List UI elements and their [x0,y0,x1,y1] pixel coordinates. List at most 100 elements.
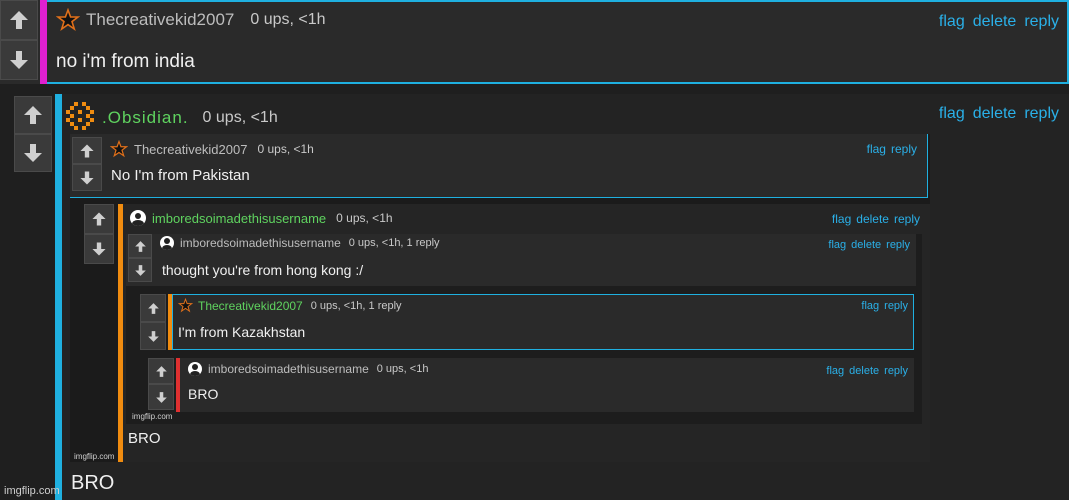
downvote-button[interactable] [72,164,102,191]
reply-link[interactable]: reply [884,365,908,377]
arrow-up-icon [147,302,159,314]
comment-actions: flag delete reply [832,212,920,226]
username-link[interactable]: Thecreativekid2007 [198,299,303,313]
reply-link[interactable]: reply [1024,13,1059,31]
username-link[interactable]: Thecreativekid2007 [86,10,234,30]
delete-link[interactable]: delete [856,212,889,226]
inner-screenshot: imboredsoimadethisusername 0 ups, <1h, 1… [126,234,922,424]
upvote-button[interactable] [140,294,166,322]
embedded-screenshot: Thecreativekid2007 0 ups, <1h flag reply… [70,134,930,462]
reply-link[interactable]: reply [886,239,910,251]
comment-meta: 0 ups, <1h [202,109,278,126]
username-link[interactable]: Thecreativekid2007 [134,142,247,157]
upvote-button[interactable] [72,137,102,164]
comment-body: BRO [128,430,161,447]
comment-meta: 0 ups, <1h [376,363,429,375]
username-link[interactable]: imboredsoimadethisusername [208,362,369,376]
delete-link[interactable]: delete [973,105,1017,123]
downvote-button[interactable] [148,384,174,410]
downvote-button[interactable] [14,134,52,172]
arrow-up-icon [92,212,106,226]
arrow-down-icon [10,51,28,69]
flag-link[interactable]: flag [828,239,846,251]
comment-actions: flag reply [867,142,917,156]
comment-body: no i'm from india [56,51,195,72]
star-icon[interactable] [178,298,193,313]
username-link[interactable]: imboredsoimadethisusername [180,236,341,250]
upvote-button[interactable] [148,358,174,384]
star-icon[interactable] [110,140,128,158]
flag-link[interactable]: flag [939,105,965,123]
avatar-icon[interactable] [188,362,202,376]
flag-link[interactable]: flag [939,13,965,31]
depth-bar-cyan [55,94,62,500]
comment-body: thought you're from hong kong :/ [162,262,364,278]
comment-actions: flag delete reply [939,105,1059,123]
reply-link[interactable]: reply [1024,105,1059,123]
comment-header: imboredsoimadethisusername 0 ups, <1h [130,210,393,226]
vote-column [72,137,102,191]
vote-column [140,294,166,350]
vote-column [148,358,174,410]
arrow-down-icon [24,144,42,162]
flag-link[interactable]: flag [861,300,879,312]
avatar-icon[interactable] [130,210,146,226]
flag-link[interactable]: flag [867,142,886,156]
reply-link[interactable]: reply [884,300,908,312]
arrow-up-icon [24,106,42,124]
upvote-button[interactable] [128,234,152,258]
reply-link[interactable]: reply [891,142,917,156]
upvote-button[interactable] [84,204,114,234]
comment-meta: 0 ups, <1h, 1 reply [348,237,440,249]
arrow-up-icon [10,11,28,29]
comment-header: .Obsidian. 0 ups, <1h [66,102,278,134]
comment-actions: flag delete reply [828,239,910,251]
upvote-button[interactable] [0,0,38,40]
arrow-down-icon [80,170,94,185]
arrow-down-icon [147,330,159,342]
downvote-button[interactable] [128,258,152,282]
comment-meta: 0 ups, <1h [257,142,314,156]
username-link[interactable]: imboredsoimadethisusername [152,211,326,226]
downvote-button[interactable] [84,234,114,264]
arrow-down-icon [134,264,146,276]
arrow-up-icon [80,143,94,158]
comment-obsidian: .Obsidian. 0 ups, <1h flag delete reply … [0,88,1069,500]
flag-link[interactable]: flag [826,365,844,377]
vote-column [14,96,52,172]
username-link[interactable]: .Obsidian. [102,108,189,128]
delete-link[interactable]: delete [973,13,1017,31]
comment-body: No I'm from Pakistan [111,167,250,184]
comment-meta: 0 ups, <1h, 1 reply [310,299,402,312]
depth-bar-magenta [40,0,47,84]
avatar-icon[interactable] [160,236,174,250]
star-icon[interactable] [56,8,80,32]
comment-header: imboredsoimadethisusername 0 ups, <1h [188,362,428,376]
vote-column [128,234,152,282]
arrow-up-icon [155,365,167,377]
delete-link[interactable]: delete [851,239,881,251]
comment-actions: flag reply [861,300,908,312]
comment-header: Thecreativekid2007 0 ups, <1h, 1 reply [178,298,402,313]
comment-header: Thecreativekid2007 0 ups, <1h [56,8,326,32]
vote-column [0,0,38,80]
comment-actions: flag delete reply [939,13,1059,31]
reply-link[interactable]: reply [894,212,920,226]
comment-top: Thecreativekid2007 0 ups, <1h flag delet… [0,0,1069,84]
upvote-button[interactable] [14,96,52,134]
arrow-up-icon [134,240,146,252]
comment-body: BRO [188,386,219,402]
comment-header: imboredsoimadethisusername 0 ups, <1h, 1… [160,236,440,250]
embedded-comment-3: imboredsoimadethisusername 0 ups, <1h, 1… [126,234,916,286]
comment-body: BRO [71,472,115,494]
downvote-button[interactable] [140,322,166,350]
arrow-down-icon [92,242,106,256]
pixel-avatar-icon[interactable] [66,102,98,134]
delete-link[interactable]: delete [849,365,879,377]
vote-column [84,204,114,264]
downvote-button[interactable] [0,40,38,80]
flag-link[interactable]: flag [832,212,851,226]
comment-meta: 0 ups, <1h [250,11,326,28]
comment-body: I'm from Kazakhstan [178,324,306,340]
comment-header: Thecreativekid2007 0 ups, <1h [110,140,314,158]
